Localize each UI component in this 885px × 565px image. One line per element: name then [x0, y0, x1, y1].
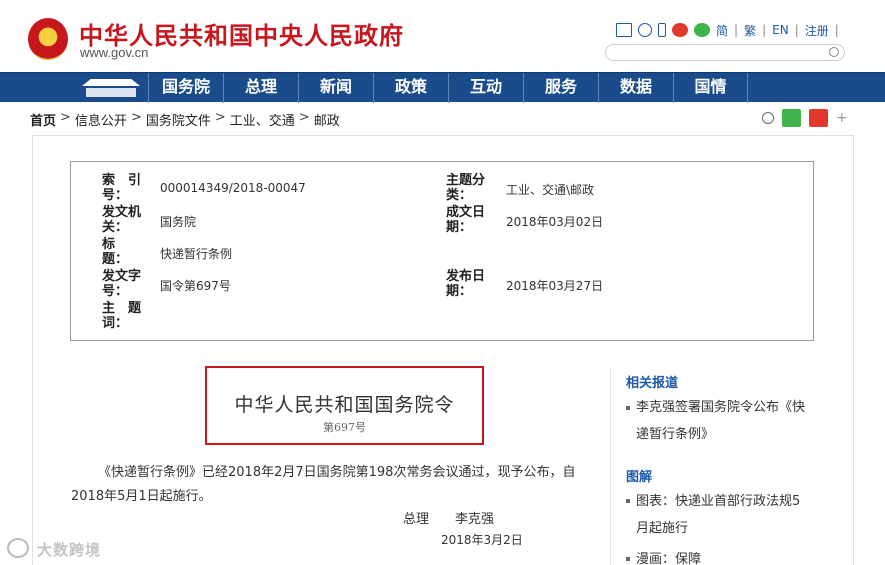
sidebar-divider — [610, 368, 611, 565]
category-label: 主题分 类： — [446, 173, 486, 203]
watermark-text: 大数跨境 — [37, 541, 102, 559]
national-emblem-icon[interactable] — [28, 18, 68, 60]
bullet-icon — [626, 557, 630, 561]
article-date: 2018年3月2日 — [441, 533, 523, 547]
lang-simplified-link[interactable]: 简 — [716, 22, 728, 39]
search-icon[interactable] — [829, 47, 839, 57]
graphics-heading[interactable]: 图解 — [626, 466, 652, 485]
search-input[interactable] — [605, 44, 845, 61]
breadcrumb-info-public[interactable]: 信息公开 — [75, 110, 127, 129]
decree-number: 第697号 — [323, 421, 366, 434]
comic-link[interactable]: 漫画：保障 — [636, 546, 816, 565]
created-label: 成文日 期： — [446, 205, 486, 235]
weibo-share-icon[interactable] — [809, 109, 828, 127]
docno-label: 发文字 号： — [102, 269, 142, 299]
lang-english-link[interactable]: EN — [772, 23, 789, 37]
breadcrumb-arrow: > — [298, 110, 310, 125]
top-toolbar: 简 | 繁 | EN | 注册 | — [616, 21, 839, 39]
breadcrumb-arrow: > — [130, 110, 142, 125]
watermark: 大数跨境 — [5, 536, 120, 560]
category-value: 工业、交通\邮政 — [506, 183, 595, 197]
nav-item-state-council[interactable]: 国务院 — [148, 73, 223, 103]
main-nav: 国务院 总理 新闻 政策 互动 服务 数据 国情 — [0, 72, 885, 103]
decree-title: 中华人民共和国国务院令 — [234, 394, 455, 416]
breadcrumb-arrow: > — [60, 110, 71, 125]
home-building-icon[interactable] — [76, 77, 146, 99]
separator: | — [834, 23, 839, 37]
nav-item-data[interactable]: 数据 — [598, 73, 673, 103]
title-value: 快递暂行条例 — [160, 247, 233, 261]
nav-item-national-info[interactable]: 国情 — [673, 73, 748, 103]
related-link[interactable]: 李克强签署国务院令公布《快 递暂行条例》 — [636, 394, 821, 448]
separator: | — [762, 23, 767, 37]
weibo-icon[interactable] — [672, 23, 688, 37]
breadcrumb-arrow: > — [214, 110, 226, 125]
published-label: 发布日 期： — [446, 269, 486, 299]
lang-traditional-link[interactable]: 繁 — [744, 22, 756, 39]
site-url[interactable]: www.gov.cn — [80, 45, 148, 60]
sign-title: 总理 — [403, 512, 430, 527]
share-icon[interactable] — [762, 112, 774, 124]
breadcrumb: 首页 > 信息公开 > 国务院文件 > 工业、交通 > 邮政 — [30, 110, 340, 129]
nav-items: 国务院 总理 新闻 政策 互动 服务 数据 国情 — [148, 73, 748, 103]
mail-icon[interactable] — [616, 23, 632, 37]
nav-item-policy[interactable]: 政策 — [373, 73, 448, 103]
breadcrumb-industry-transport[interactable]: 工业、交通 — [230, 110, 295, 129]
share-bar: + — [762, 109, 848, 127]
breadcrumb-home[interactable]: 首页 — [30, 110, 56, 129]
more-share-icon[interactable]: + — [836, 110, 848, 126]
decree-header-box: 中华人民共和国国务院令 第697号 — [205, 366, 484, 445]
separator: | — [734, 23, 739, 37]
graphic-link[interactable]: 图表：快递业首部行政法规5 月起施行 — [636, 488, 821, 542]
article-body: 《快递暂行条例》已经2018年2月7日国务院第198次常务会议通过，现予公布，自… — [71, 465, 576, 504]
index-value: 000014349/2018-00047 — [160, 181, 306, 195]
issuer-label: 发文机 关： — [102, 205, 142, 235]
bullet-icon — [626, 406, 630, 410]
created-value: 2018年03月02日 — [506, 215, 604, 229]
breadcrumb-postal[interactable]: 邮政 — [314, 110, 340, 129]
sign-name: 李克强 — [455, 512, 495, 527]
related-reports-heading[interactable]: 相关报道 — [626, 372, 678, 391]
wechat-icon[interactable] — [694, 23, 710, 37]
mobile-icon[interactable] — [658, 23, 666, 37]
keyword-label: 主 题词： — [102, 301, 142, 331]
watermark-logo-icon — [7, 538, 29, 558]
separator: | — [794, 23, 799, 37]
wechat-share-icon[interactable] — [782, 109, 801, 127]
chat-icon[interactable] — [638, 23, 652, 37]
index-label: 索 引号： — [102, 173, 142, 203]
issuer-value: 国务院 — [160, 215, 197, 229]
site-header: 中华人民共和国中央人民政府 www.gov.cn 简 | 繁 | EN | 注册… — [0, 0, 885, 72]
bullet-icon — [626, 499, 630, 503]
nav-item-interaction[interactable]: 互动 — [448, 73, 523, 103]
nav-item-premier[interactable]: 总理 — [223, 73, 298, 103]
published-value: 2018年03月27日 — [506, 279, 604, 293]
document-info-table: 索 引号： 000014349/2018-00047 主题分 类： 工业、交通\邮… — [70, 161, 814, 341]
breadcrumb-council-docs[interactable]: 国务院文件 — [146, 110, 211, 129]
nav-item-services[interactable]: 服务 — [523, 73, 598, 103]
title-label: 标 题： — [102, 237, 129, 267]
nav-item-news[interactable]: 新闻 — [298, 73, 373, 103]
docno-value: 国令第697号 — [160, 279, 231, 293]
register-link[interactable]: 注册 — [805, 22, 829, 39]
